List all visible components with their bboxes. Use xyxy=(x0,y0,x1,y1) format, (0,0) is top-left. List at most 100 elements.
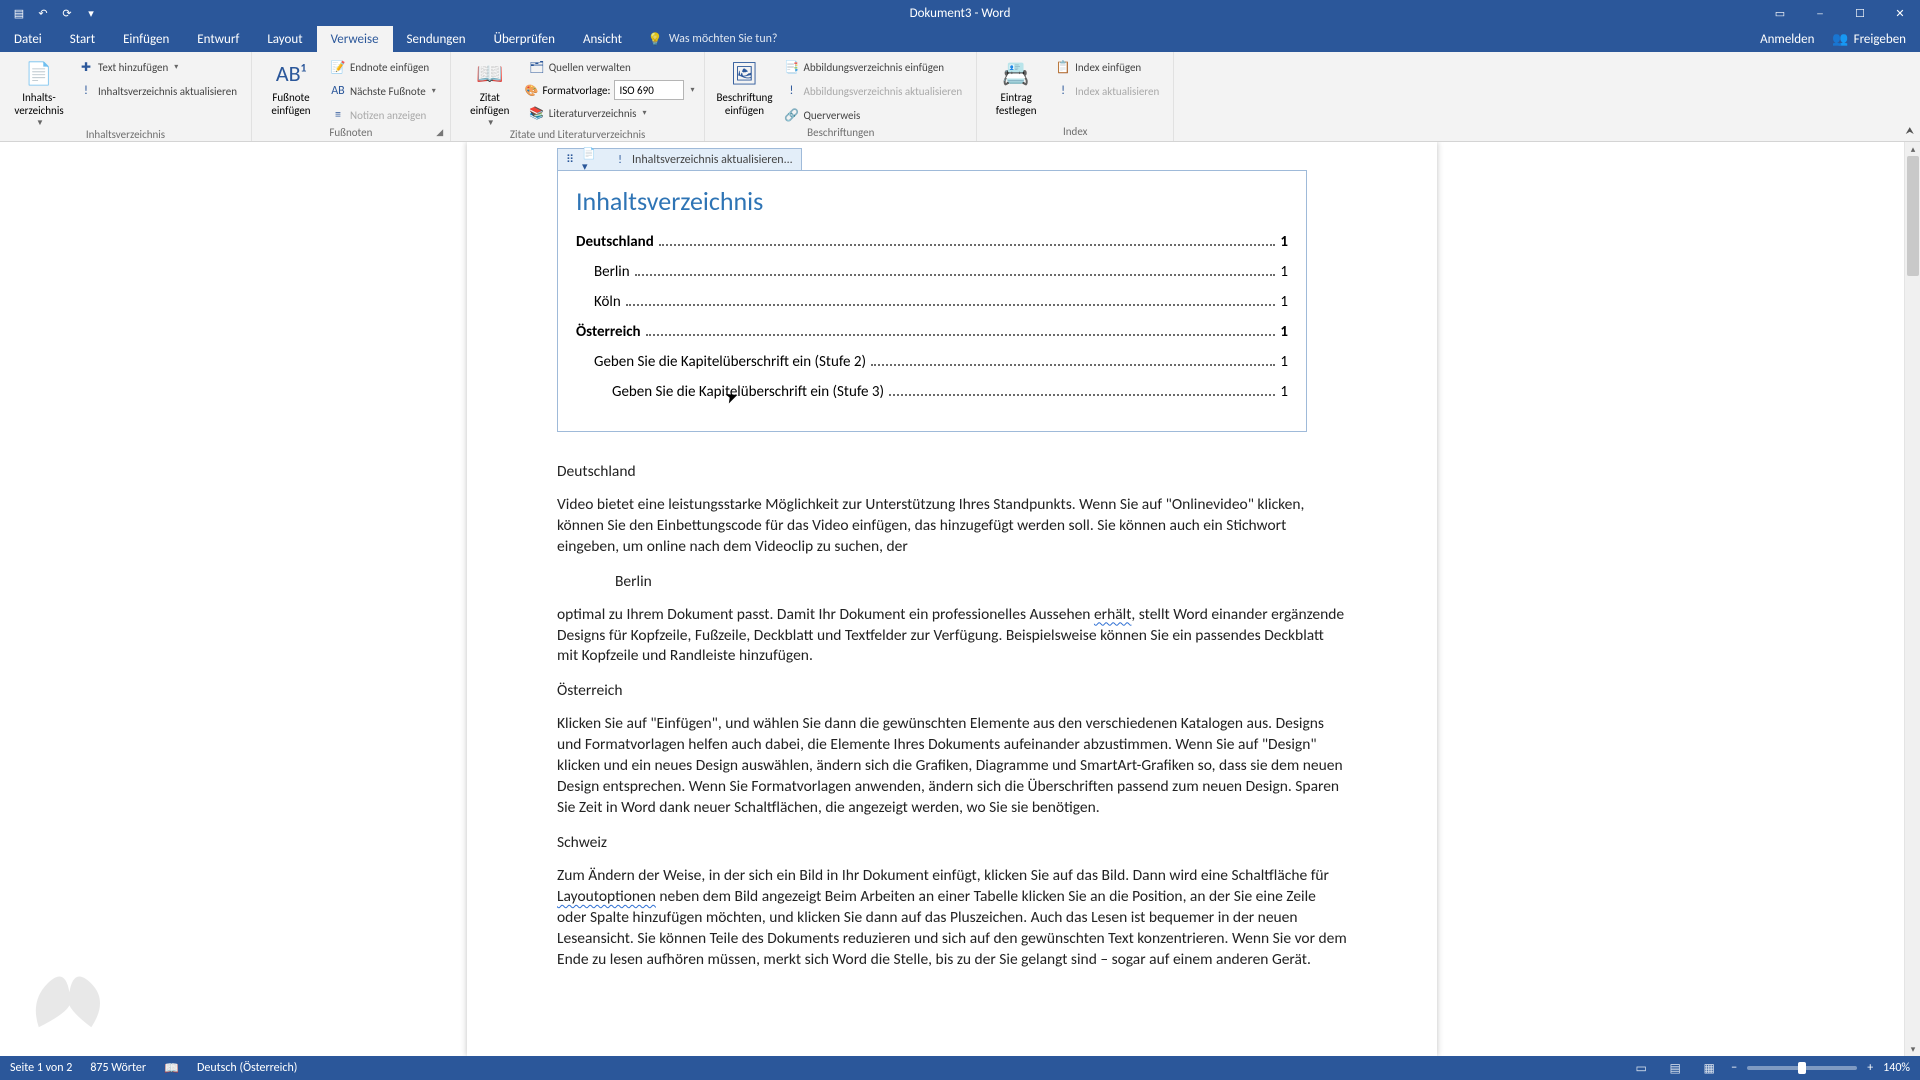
heading-1[interactable]: Deutschland xyxy=(557,462,1347,483)
toc-entry[interactable]: Deutschland1 xyxy=(576,233,1288,251)
insert-footnote-button[interactable]: AB¹ Fußnote einfügen xyxy=(262,56,320,117)
watermark-logo xyxy=(20,966,110,1036)
cross-reference-button[interactable]: 🔗Querverweis xyxy=(779,104,966,126)
ribbon-display-button[interactable]: ▭ xyxy=(1760,0,1800,26)
manage-sources-label: Quellen verwalten xyxy=(549,61,631,74)
scroll-down-button[interactable]: ▾ xyxy=(1905,1042,1920,1056)
manage-sources-button[interactable]: 🗂Quellen verwalten xyxy=(525,56,695,78)
scroll-up-button[interactable]: ▴ xyxy=(1905,142,1920,156)
mark-entry-button[interactable]: 📇 Eintrag festlegen xyxy=(987,56,1045,117)
endnote-icon: 📝 xyxy=(330,59,346,75)
tab-start[interactable]: Start xyxy=(56,26,109,52)
redo-icon: ⟳ xyxy=(62,7,71,20)
heading-2[interactable]: Berlin xyxy=(557,572,1347,593)
insert-tof-button[interactable]: 📑 Abbildungsverzeichnis einfügen xyxy=(779,56,966,78)
paragraph[interactable]: Zum Ändern der Weise, in der sich ein Bi… xyxy=(557,866,1347,971)
toc-container[interactable]: Inhaltsverzeichnis Deutschland1 Berlin1 … xyxy=(557,170,1307,432)
document-area: ⠿ 📄▾ ! Inhaltsverzeichnis aktualisieren.… xyxy=(0,142,1904,1056)
insert-caption-button[interactable]: 🖼 Beschriftung einfügen xyxy=(715,56,773,117)
redo-button[interactable]: ⟳ xyxy=(56,2,78,24)
insert-citation-button[interactable]: 📖 Zitat einfügen▼ xyxy=(461,56,519,128)
save-button[interactable]: ▤ xyxy=(8,2,30,24)
heading-1[interactable]: Schweiz xyxy=(557,833,1347,854)
close-button[interactable]: ✕ xyxy=(1880,0,1920,26)
document-body[interactable]: Deutschland Video bietet eine leistungss… xyxy=(557,462,1347,970)
toc-field-menu-icon[interactable]: 📄▾ xyxy=(582,152,598,168)
tab-file[interactable]: Datei xyxy=(0,26,56,52)
window-controls: ▭ ─ ☐ ✕ xyxy=(1760,0,1920,26)
add-text-button[interactable]: ✚Text hinzufügen▾ xyxy=(74,56,241,78)
maximize-button[interactable]: ☐ xyxy=(1840,0,1880,26)
citation-style-select[interactable] xyxy=(614,80,684,100)
toc-entry[interactable]: Geben Sie die Kapitelüberschrift ein (St… xyxy=(576,383,1288,401)
tab-insert[interactable]: Einfügen xyxy=(109,26,183,52)
zoom-in-button[interactable]: + xyxy=(1867,1061,1873,1075)
tell-me-placeholder: Was möchten Sie tun? xyxy=(669,32,778,46)
tof-icon: 📑 xyxy=(783,59,799,75)
toc-entry[interactable]: Köln1 xyxy=(576,293,1288,311)
undo-button[interactable]: ↶ xyxy=(32,2,54,24)
qat-customize-button[interactable]: ▾ xyxy=(80,2,102,24)
update-toc-button[interactable]: !Inhaltsverzeichnis aktualisieren xyxy=(74,80,241,102)
toc-entry-page: 1 xyxy=(1280,323,1288,341)
paragraph[interactable]: optimal zu Ihrem Dokument passt. Damit I… xyxy=(557,605,1347,668)
toc-entry[interactable]: Geben Sie die Kapitelüberschrift ein (St… xyxy=(576,353,1288,371)
collapse-ribbon-button[interactable]: ⮝ xyxy=(1906,124,1915,137)
update-tof-button: !Abbildungsverzeichnis aktualisieren xyxy=(779,80,966,102)
insert-endnote-button[interactable]: 📝Endnote einfügen xyxy=(326,56,440,78)
paragraph[interactable]: Klicken Sie auf "Einfügen", und wählen S… xyxy=(557,714,1347,819)
toc-field-tab[interactable]: ⠿ 📄▾ ! Inhaltsverzeichnis aktualisieren.… xyxy=(557,148,802,170)
signin-button[interactable]: Anmelden xyxy=(1760,32,1814,47)
print-layout-button[interactable]: ▤ xyxy=(1663,1058,1687,1078)
chevron-down-icon[interactable]: ▾ xyxy=(690,85,694,95)
toc-entry-page: 1 xyxy=(1280,353,1288,371)
tab-references[interactable]: Verweise xyxy=(317,26,393,52)
page[interactable]: ⠿ 📄▾ ! Inhaltsverzeichnis aktualisieren.… xyxy=(467,142,1437,1056)
web-layout-button[interactable]: ▦ xyxy=(1697,1058,1721,1078)
tell-me-search[interactable]: 💡 Was möchten Sie tun? xyxy=(648,26,778,52)
vertical-scrollbar[interactable]: ▴ ▾ xyxy=(1904,142,1920,1056)
proofing-icon[interactable]: 📖 xyxy=(164,1061,179,1076)
toc-button-label: Inhalts-verzeichnis xyxy=(10,92,68,117)
tab-layout[interactable]: Layout xyxy=(253,26,316,52)
style-icon: 🎨 xyxy=(525,84,539,97)
spelling-error[interactable]: Layoutoptionen xyxy=(557,887,656,906)
scroll-thumb[interactable] xyxy=(1907,156,1919,276)
page-indicator[interactable]: Seite 1 von 2 xyxy=(10,1061,72,1075)
bibliography-button[interactable]: 📚Literaturverzeichnis▾ xyxy=(525,102,695,124)
insert-index-button[interactable]: 📋Index einfügen xyxy=(1051,56,1163,78)
mark-entry-icon: 📇 xyxy=(1000,58,1032,90)
group-index-label: Index xyxy=(987,125,1163,139)
tab-view[interactable]: Ansicht xyxy=(569,26,636,52)
toc-leader xyxy=(646,334,1276,336)
next-footnote-button[interactable]: ABNächste Fußnote▾ xyxy=(326,80,440,102)
word-count[interactable]: 875 Wörter xyxy=(90,1061,146,1075)
zoom-level[interactable]: 140% xyxy=(1883,1061,1910,1075)
toc-entry[interactable]: Berlin1 xyxy=(576,263,1288,281)
language-indicator[interactable]: Deutsch (Österreich) xyxy=(197,1061,297,1075)
heading-1[interactable]: Österreich xyxy=(557,681,1347,702)
tab-design[interactable]: Entwurf xyxy=(183,26,253,52)
toc-entry[interactable]: Österreich1 xyxy=(576,323,1288,341)
zoom-out-button[interactable]: − xyxy=(1731,1061,1737,1075)
update-field-icon[interactable]: ! xyxy=(612,152,628,168)
paragraph[interactable]: Video bietet eine leistungsstarke Möglic… xyxy=(557,495,1347,558)
toc-entry-text: Berlin xyxy=(594,263,630,281)
footnotes-dialog-launcher[interactable]: ◢ xyxy=(433,125,447,139)
group-index: 📇 Eintrag festlegen 📋Index einfügen !Ind… xyxy=(977,52,1174,141)
share-button[interactable]: 👥Freigeben xyxy=(1832,32,1906,47)
minimize-button[interactable]: ─ xyxy=(1800,0,1840,26)
read-mode-button[interactable]: ▭ xyxy=(1629,1058,1653,1078)
show-notes-icon: ≡ xyxy=(330,107,346,123)
toc-leader xyxy=(626,304,1276,306)
zoom-slider[interactable] xyxy=(1747,1066,1857,1070)
insert-index-label: Index einfügen xyxy=(1075,61,1141,74)
chevron-down-icon: ▾ xyxy=(88,7,94,20)
insert-tof-label: Abbildungsverzeichnis einfügen xyxy=(803,61,944,74)
zoom-slider-thumb[interactable] xyxy=(1798,1062,1806,1074)
tab-review[interactable]: Überprüfen xyxy=(480,26,569,52)
toc-button[interactable]: 📄 Inhalts-verzeichnis▼ xyxy=(10,56,68,128)
spelling-error[interactable]: erhält xyxy=(1094,605,1131,624)
tab-mailings[interactable]: Sendungen xyxy=(393,26,480,52)
grip-icon[interactable]: ⠿ xyxy=(562,152,578,168)
